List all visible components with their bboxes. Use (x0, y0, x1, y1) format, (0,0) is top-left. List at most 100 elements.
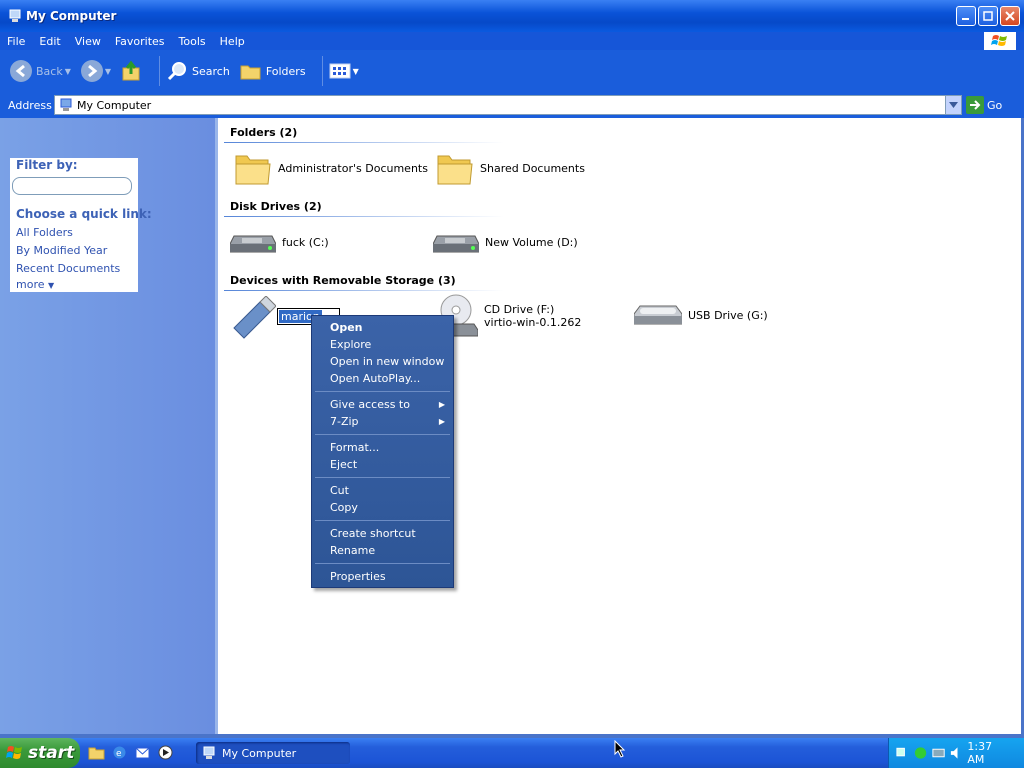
ctx-eject[interactable]: Eject (312, 456, 453, 473)
minimize-button[interactable] (956, 6, 976, 26)
views-dropdown-icon[interactable]: ▼ (353, 67, 359, 76)
folder-icon (235, 155, 271, 185)
ctx-format[interactable]: Format... (312, 439, 453, 456)
menu-file[interactable]: File (0, 35, 32, 48)
folder-administrators-documents[interactable]: Administrator's Documents (234, 150, 428, 186)
drive-usb-g[interactable]: USB Drive (G:) (634, 302, 768, 328)
search-icon (167, 62, 187, 81)
folder-icon (437, 155, 473, 185)
maximize-icon (983, 11, 993, 21)
ctx-open-new-window[interactable]: Open in new window (312, 353, 453, 370)
chevron-down-icon (949, 102, 958, 108)
go-arrow-icon (966, 96, 984, 114)
removable-drive-icon (634, 305, 682, 325)
folder-shared-documents[interactable]: Shared Documents (436, 150, 585, 186)
windows-logo-icon (984, 32, 1016, 50)
menu-separator (315, 563, 450, 564)
link-more-label: more (16, 278, 45, 291)
forward-dropdown-icon[interactable]: ▼ (105, 67, 111, 76)
link-by-modified-year[interactable]: By Modified Year (16, 244, 132, 257)
ctx-create-shortcut[interactable]: Create shortcut (312, 525, 453, 542)
back-label: Back (36, 64, 63, 78)
taskbar-button-my-computer[interactable]: My Computer (196, 742, 350, 764)
link-more[interactable]: more ▼ (16, 278, 132, 291)
clock[interactable]: 1:37 AM (967, 740, 1010, 766)
volume-icon[interactable] (949, 745, 964, 761)
up-folder-button[interactable] (121, 60, 143, 82)
menu-tools[interactable]: Tools (172, 35, 213, 48)
forward-button[interactable]: ▼ (80, 60, 111, 82)
group-header-removable: Devices with Removable Storage (3) (230, 274, 456, 287)
back-dropdown-icon[interactable]: ▼ (65, 67, 71, 76)
media-player-icon[interactable] (157, 744, 174, 761)
removable-drive-renaming[interactable] (230, 296, 276, 340)
minimize-icon (962, 18, 969, 20)
ctx-give-access[interactable]: Give access to ▶ (312, 396, 453, 413)
folders-label: Folders (265, 64, 306, 78)
drive-c[interactable]: fuck (C:) (230, 228, 329, 256)
ctx-copy[interactable]: Copy (312, 499, 453, 516)
chevron-down-icon: ▼ (48, 281, 55, 290)
hard-drive-icon (230, 235, 276, 253)
link-all-folders[interactable]: All Folders (16, 226, 132, 239)
ctx-open-autoplay[interactable]: Open AutoPlay... (312, 370, 453, 387)
go-button[interactable]: Go (966, 96, 1002, 114)
drive-cd-f[interactable]: CD Drive (F:) virtio-win-0.1.262 (438, 294, 581, 338)
start-button[interactable]: start (0, 738, 80, 768)
address-input[interactable]: My Computer (54, 95, 962, 115)
menu-separator (315, 434, 450, 435)
group-divider (224, 216, 504, 217)
close-button[interactable] (1000, 6, 1020, 26)
window-title: My Computer (26, 9, 117, 23)
link-recent-documents[interactable]: Recent Documents (16, 262, 132, 275)
filter-panel: Filter by: Choose a quick link: All Fold… (10, 158, 152, 292)
ctx-explore[interactable]: Explore (312, 336, 453, 353)
title-bar[interactable]: My Computer (0, 0, 1024, 32)
task-pane: Filter by: Choose a quick link: All Fold… (0, 118, 215, 734)
mouse-cursor-icon (614, 740, 626, 758)
safely-remove-hardware-icon[interactable] (931, 745, 946, 761)
drive-d[interactable]: New Volume (D:) (433, 228, 578, 256)
filter-title: Filter by: (16, 158, 78, 172)
taskbar-button-label: My Computer (222, 746, 297, 760)
windows-logo-icon (6, 746, 22, 759)
ctx-7zip[interactable]: 7-Zip ▶ (312, 413, 453, 430)
cd-drive-label: CD Drive (F:) (484, 303, 555, 316)
search-button[interactable]: Search (166, 60, 230, 82)
folders-icon (240, 65, 261, 80)
network-activity-icon[interactable] (913, 745, 928, 761)
filter-input[interactable] (12, 177, 132, 195)
menu-edit[interactable]: Edit (32, 35, 67, 48)
menu-help[interactable]: Help (213, 35, 252, 48)
ctx-cut[interactable]: Cut (312, 482, 453, 499)
ctx-rename[interactable]: Rename (312, 542, 453, 559)
usb-stick-icon (233, 296, 276, 339)
ctx-properties[interactable]: Properties (312, 568, 453, 585)
folders-button[interactable]: Folders (240, 61, 306, 81)
toolbar-separator (321, 56, 323, 86)
system-tray: 1:37 AM (888, 738, 1024, 768)
back-button[interactable]: Back ▼ (10, 60, 71, 82)
outlook-express-icon[interactable] (134, 744, 151, 761)
network-icon[interactable] (895, 745, 910, 761)
group-divider (224, 290, 504, 291)
folder-label: Shared Documents (480, 161, 585, 175)
maximize-button[interactable] (978, 6, 998, 26)
menu-favorites[interactable]: Favorites (108, 35, 172, 48)
go-label: Go (987, 98, 1003, 112)
computer-icon (60, 98, 72, 111)
views-button[interactable]: ▼ (329, 62, 359, 80)
cd-drive-volume-label: virtio-win-0.1.262 (484, 316, 582, 329)
menu-view[interactable]: View (68, 35, 108, 48)
menu-separator (315, 477, 450, 478)
search-label: Search (192, 64, 230, 78)
internet-explorer-icon[interactable]: e (111, 744, 128, 761)
svg-text:e: e (116, 749, 122, 759)
ctx-open[interactable]: Open (312, 319, 453, 336)
explorer-folder-icon[interactable] (88, 744, 105, 761)
usb-drive-label: USB Drive (G:) (688, 308, 768, 322)
address-dropdown-button[interactable] (945, 96, 961, 114)
taskbar: start e My Computer 1:37 AM (0, 738, 1024, 768)
drive-label: fuck (C:) (282, 235, 329, 249)
computer-icon (9, 9, 21, 22)
